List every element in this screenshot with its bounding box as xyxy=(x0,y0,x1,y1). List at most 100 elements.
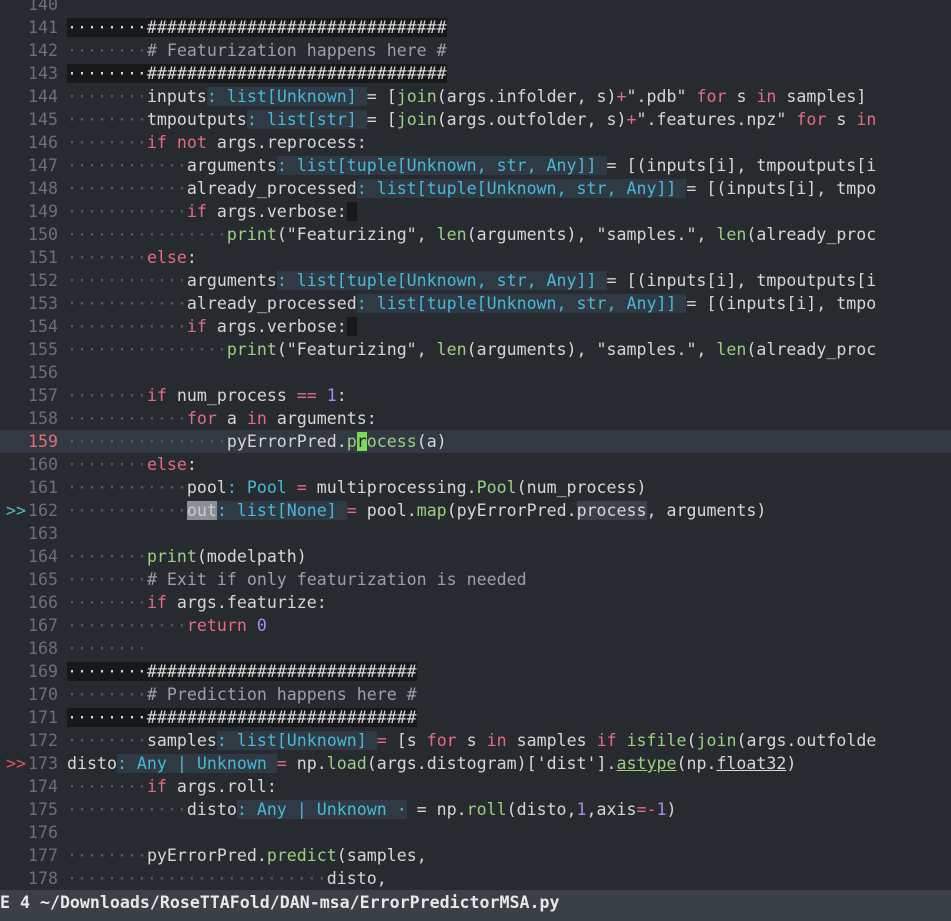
code-line[interactable]: 165 ········# Exit if only featurization … xyxy=(0,568,951,591)
line-number[interactable]: 146 xyxy=(0,131,67,154)
code-line[interactable]: 141 ········#############################… xyxy=(0,16,951,39)
line-number[interactable]: 178 xyxy=(0,867,67,890)
code-line[interactable]: 155 ················print("Featurizing", … xyxy=(0,338,951,361)
line-number[interactable]: 152 xyxy=(0,269,67,292)
line-number[interactable]: 167 xyxy=(0,614,67,637)
line-number[interactable]: 168 xyxy=(0,637,67,660)
code-line[interactable]: 148 ············already_processed: list[t… xyxy=(0,177,951,200)
code-line[interactable]: 157 ········if num_process == 1: xyxy=(0,384,951,407)
line-number[interactable]: 164 xyxy=(0,545,67,568)
code-line[interactable]: 147 ············arguments: list[tuple[Unk… xyxy=(0,154,951,177)
line-number[interactable]: 170 xyxy=(0,683,67,706)
code-line[interactable]: 167 ············return 0 xyxy=(0,614,951,637)
code-line[interactable]: >> 173 disto: Any | Unknown = np.load(args… xyxy=(0,752,951,775)
code-line[interactable]: 142 ········# Featurization happens here … xyxy=(0,39,951,62)
code-editor[interactable]: 140 141 ········##########################… xyxy=(0,0,951,890)
code-token: pyErrorPred. xyxy=(146,846,267,865)
code-line[interactable]: 178 ··························disto, xyxy=(0,867,951,890)
line-number[interactable]: 150 xyxy=(0,223,67,246)
line-number[interactable]: 147 xyxy=(0,154,67,177)
code-token: args.featurize: xyxy=(166,593,327,612)
line-number[interactable]: 145 xyxy=(0,108,67,131)
line-number[interactable]: 151 xyxy=(0,246,67,269)
code-line[interactable]: 166 ········if args.featurize: xyxy=(0,591,951,614)
line-number[interactable]: 159 xyxy=(0,430,67,453)
line-number[interactable]: 155 xyxy=(0,338,67,361)
code-line[interactable]: 146 ········if not args.reprocess: xyxy=(0,131,951,154)
code-line[interactable]: >> 162 ············out: list[None] = pool.… xyxy=(0,499,951,522)
code-line[interactable]: 168 ········ xyxy=(0,637,951,660)
code-line[interactable]: 159 ················pyErrorPred.process(a… xyxy=(0,430,951,453)
code-token: (args.distogram)['dist']. xyxy=(366,754,617,773)
line-number[interactable]: 156 xyxy=(0,361,67,384)
line-number[interactable]: 169 xyxy=(0,660,67,683)
code-line[interactable]: 152 ············arguments: list[tuple[Unk… xyxy=(0,269,951,292)
line-number[interactable]: 161 xyxy=(0,476,67,499)
line-number[interactable]: >> 173 xyxy=(0,752,67,775)
code-line[interactable]: 171 ········########################### xyxy=(0,706,951,729)
line-number[interactable]: 141 xyxy=(0,16,67,39)
code-line[interactable]: 176 xyxy=(0,821,951,844)
code-token: arguments: xyxy=(266,409,377,428)
code-token: ".features.npz" xyxy=(636,110,797,129)
code-line[interactable]: 158 ············for a in arguments: xyxy=(0,407,951,430)
line-number[interactable]: 148 xyxy=(0,177,67,200)
code-token: (a) xyxy=(416,432,447,451)
code-line[interactable]: 163 xyxy=(0,522,951,545)
line-number[interactable]: 149 xyxy=(0,200,67,223)
line-number[interactable]: 174 xyxy=(0,775,67,798)
code-token: in xyxy=(756,87,777,106)
code-line[interactable]: 153 ············already_processed: list[t… xyxy=(0,292,951,315)
code-line[interactable]: 164 ········print(modelpath) xyxy=(0,545,951,568)
code-token: = xyxy=(346,501,357,520)
line-number[interactable]: 165 xyxy=(0,568,67,591)
line-number[interactable]: 153 xyxy=(0,292,67,315)
line-number[interactable]: 140 xyxy=(0,0,67,16)
code-line[interactable]: 175 ············disto: Any | Unknown · = … xyxy=(0,798,951,821)
code-token: ········ xyxy=(67,41,147,60)
line-number[interactable]: 154 xyxy=(0,315,67,338)
code-line[interactable]: 160 ········else: xyxy=(0,453,951,476)
line-number[interactable]: 158 xyxy=(0,407,67,430)
breakpoint-marker-icon[interactable]: >> xyxy=(6,754,26,773)
line-number[interactable]: 172 xyxy=(0,729,67,752)
line-number-text: 171 xyxy=(28,708,58,727)
line-number-text: 177 xyxy=(28,846,58,865)
line-number[interactable]: 142 xyxy=(0,39,67,62)
line-number[interactable]: 166 xyxy=(0,591,67,614)
line-number[interactable]: 144 xyxy=(0,85,67,108)
line-number[interactable]: 175 xyxy=(0,798,67,821)
code-text: ········########################### xyxy=(67,660,417,683)
code-token: : Pool xyxy=(226,478,297,497)
code-line[interactable]: 144 ········inputs: list[Unknown] = [join… xyxy=(0,85,951,108)
line-number[interactable]: 157 xyxy=(0,384,67,407)
line-number[interactable]: 177 xyxy=(0,844,67,867)
code-line[interactable]: 156 xyxy=(0,361,951,384)
code-line[interactable]: 149 ············if args.verbose: xyxy=(0,200,951,223)
line-number[interactable]: >> 162 xyxy=(0,499,67,522)
code-text: ········# Featurization happens here # xyxy=(67,39,447,62)
code-line[interactable]: 140 xyxy=(0,0,951,16)
code-line[interactable]: 170 ········# Prediction happens here # xyxy=(0,683,951,706)
line-number[interactable]: 163 xyxy=(0,522,67,545)
code-line[interactable]: 150 ················print("Featurizing", … xyxy=(0,223,951,246)
line-number[interactable]: 176 xyxy=(0,821,67,844)
code-text: ········if num_process == 1: xyxy=(67,384,347,407)
line-number[interactable]: 143 xyxy=(0,62,67,85)
line-number[interactable]: 160 xyxy=(0,453,67,476)
code-token: == xyxy=(296,386,317,405)
code-line[interactable]: 174 ········if args.roll: xyxy=(0,775,951,798)
breakpoint-marker-icon[interactable]: >> xyxy=(6,501,26,520)
code-text: ········# Prediction happens here # xyxy=(67,683,417,706)
code-line[interactable]: 145 ········tmpoutputs: list[str] = [join… xyxy=(0,108,951,131)
code-line[interactable]: 172 ········samples: list[Unknown] = [s f… xyxy=(0,729,951,752)
code-line[interactable]: 151 ········else: xyxy=(0,246,951,269)
code-line[interactable]: 177 ········pyErrorPred.predict(samples, xyxy=(0,844,951,867)
code-line[interactable]: 169 ········########################### xyxy=(0,660,951,683)
code-line[interactable]: 161 ············pool: Pool = multiprocess… xyxy=(0,476,951,499)
line-number[interactable]: 171 xyxy=(0,706,67,729)
code-line[interactable]: 143 ········#############################… xyxy=(0,62,951,85)
code-token: ········ xyxy=(67,110,147,129)
code-line[interactable]: 154 ············if args.verbose: xyxy=(0,315,951,338)
